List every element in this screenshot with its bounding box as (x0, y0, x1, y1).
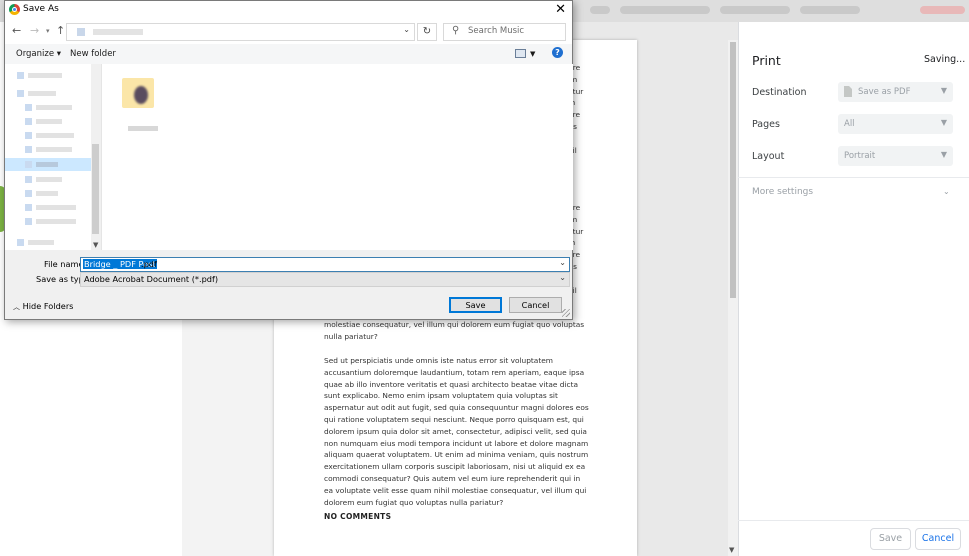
divider (738, 177, 969, 178)
search-placeholder: Search Music (468, 26, 525, 36)
no-comments-heading: NO COMMENTS (324, 512, 392, 521)
chevron-down-icon[interactable]: ⌄ (943, 187, 950, 196)
new-folder-button[interactable]: New folder (70, 49, 116, 59)
tab-ghost (920, 6, 965, 14)
preview-paragraph-2: Sed ut perspiciatis unde omnis iste natu… (324, 356, 589, 507)
back-arrow-icon[interactable]: ← (12, 24, 21, 37)
chevron-down-icon: ▼ (940, 150, 947, 159)
dialog-title: Save As (23, 4, 59, 14)
destination-value: Save as PDF (858, 87, 911, 97)
file-icon (844, 86, 852, 97)
print-settings-panel (738, 22, 969, 556)
navigation-pane: ▲ (5, 64, 100, 250)
chevron-down-icon[interactable]: ⌄ (403, 25, 410, 34)
chevron-up-icon: ︿ (13, 303, 20, 311)
divider (738, 520, 969, 521)
folder-icon[interactable] (122, 70, 156, 110)
tab-ghost (720, 6, 790, 14)
resize-grip[interactable] (562, 309, 570, 317)
dialog-toolbar: Organize ▾ New folder ▼ ? (5, 44, 572, 64)
view-icon[interactable] (515, 49, 526, 58)
print-save-button[interactable]: Save (870, 528, 911, 550)
pages-select[interactable]: All ▼ (838, 114, 953, 134)
save-form: File name: Bridge _ PDF Post .pdf ⌄ Save… (5, 250, 572, 319)
navigation-pane-scrollbar[interactable] (91, 64, 100, 250)
pages-value: All (844, 119, 855, 129)
chevron-down-icon: ▼ (940, 118, 947, 127)
file-name-extension: .pdf (141, 259, 157, 269)
hide-folders-toggle[interactable]: ︿ Hide Folders (13, 301, 73, 312)
help-icon[interactable]: ? (552, 47, 563, 58)
dialog-nav-bar: ← → ▾ ↑ ⌄ ↻ ⚲ Search Music (5, 19, 572, 44)
scroll-down-arrow-icon[interactable]: ▼ (729, 546, 734, 554)
layout-select[interactable]: Portrait ▼ (838, 146, 953, 166)
forward-arrow-icon[interactable]: → (30, 24, 39, 37)
scroll-down-arrow-icon[interactable]: ▼ (93, 241, 98, 249)
recent-locations-chevron-icon[interactable]: ▾ (46, 27, 50, 35)
search-icon: ⚲ (452, 25, 460, 36)
preview-margin (182, 300, 274, 556)
chevron-down-icon[interactable]: ⌄ (559, 273, 566, 282)
save-as-type-select[interactable]: Adobe Acrobat Document (*.pdf) ⌄ (80, 272, 570, 287)
tab-ghost (800, 6, 860, 14)
preview-paragraph-1-tail: molestiae consequatur, vel illum qui dol… (324, 320, 585, 341)
chevron-down-icon[interactable]: ▼ (530, 50, 535, 58)
scroll-thumb[interactable] (92, 144, 99, 234)
more-settings-toggle[interactable]: More settings (752, 187, 813, 197)
file-list-area[interactable] (101, 64, 573, 250)
print-cancel-button[interactable]: Cancel (915, 528, 961, 550)
tab-ghost (620, 6, 710, 14)
folder-label (128, 126, 158, 131)
chevron-down-icon: ▼ (940, 86, 947, 95)
folder-icon (77, 28, 85, 36)
layout-value: Portrait (844, 151, 876, 161)
chrome-icon (9, 4, 20, 15)
address-bar[interactable]: ⌄ (66, 23, 415, 41)
dialog-titlebar[interactable]: Save As ✕ (5, 1, 572, 19)
destination-label: Destination (752, 87, 807, 98)
save-button[interactable]: Save (449, 297, 502, 313)
print-title: Print (752, 53, 781, 68)
destination-select[interactable]: Save as PDF ▼ (838, 82, 953, 102)
hide-folders-label: Hide Folders (22, 301, 74, 311)
preview-scroll-thumb[interactable] (730, 42, 736, 298)
layout-label: Layout (752, 151, 785, 162)
cancel-button[interactable]: Cancel (509, 297, 562, 313)
pages-label: Pages (752, 119, 780, 130)
up-arrow-icon[interactable]: ↑ (56, 24, 65, 37)
close-icon[interactable]: ✕ (555, 2, 566, 17)
organize-menu[interactable]: Organize ▾ (16, 49, 61, 59)
address-path (93, 29, 143, 35)
chevron-down-icon[interactable]: ⌄ (559, 258, 566, 267)
search-input[interactable]: ⚲ Search Music (443, 23, 566, 41)
file-name-input[interactable]: Bridge _ PDF Post .pdf ⌄ (80, 257, 570, 272)
refresh-icon[interactable]: ↻ (417, 23, 437, 41)
save-as-type-value: Adobe Acrobat Document (*.pdf) (84, 274, 219, 284)
print-status: Saving... (924, 54, 966, 65)
tab-ghost (590, 6, 610, 14)
save-as-dialog: Save As ✕ ← → ▾ ↑ ⌄ ↻ ⚲ Search Music Org… (4, 0, 573, 320)
